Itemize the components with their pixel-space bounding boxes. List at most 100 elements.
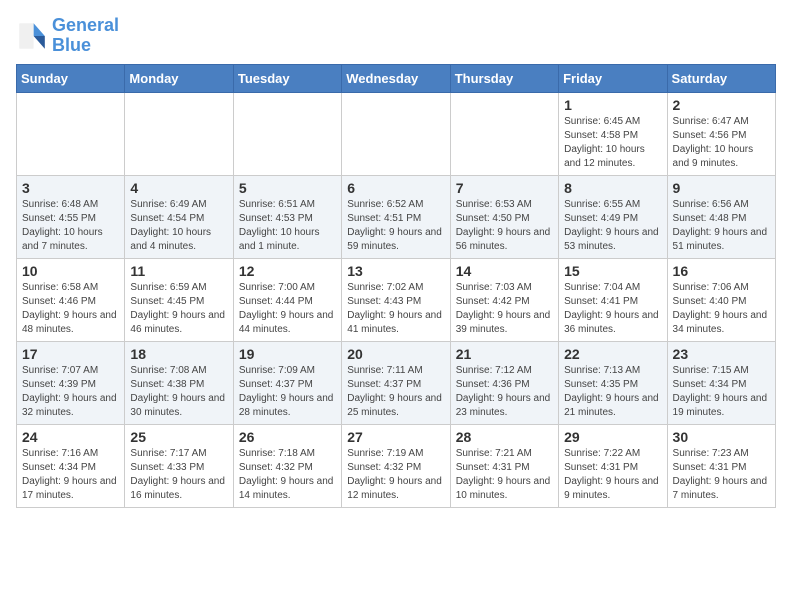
- day-number: 26: [239, 429, 336, 445]
- week-row-1: 1 Sunrise: 6:45 AM Sunset: 4:58 PM Daylig…: [17, 92, 776, 175]
- header-cell-thursday: Thursday: [450, 64, 558, 92]
- day-number: 17: [22, 346, 119, 362]
- day-number: 2: [673, 97, 770, 113]
- day-number: 18: [130, 346, 227, 362]
- day-cell: 17 Sunrise: 7:07 AM Sunset: 4:39 PM Dayli…: [17, 341, 125, 424]
- logo-text: General Blue: [52, 16, 119, 56]
- day-info: Sunrise: 7:13 AM Sunset: 4:35 PM Dayligh…: [564, 364, 661, 420]
- day-info: Sunrise: 7:19 AM Sunset: 4:32 PM Dayligh…: [347, 447, 444, 503]
- day-cell: 6 Sunrise: 6:52 AM Sunset: 4:51 PM Daylig…: [342, 175, 450, 258]
- day-info: Sunrise: 6:49 AM Sunset: 4:54 PM Dayligh…: [130, 198, 227, 254]
- day-cell: 25Sunrise: 7:17 AM Sunset: 4:33 PM Dayli…: [125, 424, 233, 507]
- day-cell: 26 Sunrise: 7:18 AM Sunset: 4:32 PM Dayli…: [233, 424, 341, 507]
- week-row-3: 10 Sunrise: 6:58 AM Sunset: 4:46 PM Dayli…: [17, 258, 776, 341]
- day-cell: 14 Sunrise: 7:03 AM Sunset: 4:42 PM Dayli…: [450, 258, 558, 341]
- day-info: Sunrise: 6:53 AM Sunset: 4:50 PM Dayligh…: [456, 198, 553, 254]
- day-info: Sunrise: 7:02 AM Sunset: 4:43 PM Dayligh…: [347, 281, 444, 337]
- day-number: 1: [564, 97, 661, 113]
- day-number: 19: [239, 346, 336, 362]
- day-cell: 22Sunrise: 7:13 AM Sunset: 4:35 PM Dayli…: [559, 341, 667, 424]
- day-info: Sunrise: 7:04 AM Sunset: 4:41 PM Dayligh…: [564, 281, 661, 337]
- logo-icon: [16, 20, 48, 52]
- day-info: Sunrise: 7:03 AM Sunset: 4:42 PM Dayligh…: [456, 281, 553, 337]
- day-number: 20: [347, 346, 444, 362]
- day-info: Sunrise: 6:48 AM Sunset: 4:55 PM Dayligh…: [22, 198, 119, 254]
- day-number: 14: [456, 263, 553, 279]
- day-number: 27: [347, 429, 444, 445]
- day-info: Sunrise: 6:51 AM Sunset: 4:53 PM Dayligh…: [239, 198, 336, 254]
- day-cell: 11 Sunrise: 6:59 AM Sunset: 4:45 PM Dayli…: [125, 258, 233, 341]
- day-cell: 1 Sunrise: 6:45 AM Sunset: 4:58 PM Daylig…: [559, 92, 667, 175]
- day-info: Sunrise: 7:18 AM Sunset: 4:32 PM Dayligh…: [239, 447, 336, 503]
- day-number: 9: [673, 180, 770, 196]
- day-info: Sunrise: 7:17 AM Sunset: 4:33 PM Dayligh…: [130, 447, 227, 503]
- day-info: Sunrise: 7:07 AM Sunset: 4:39 PM Dayligh…: [22, 364, 119, 420]
- day-info: Sunrise: 7:21 AM Sunset: 4:31 PM Dayligh…: [456, 447, 553, 503]
- header-cell-friday: Friday: [559, 64, 667, 92]
- day-number: 10: [22, 263, 119, 279]
- day-info: Sunrise: 7:23 AM Sunset: 4:31 PM Dayligh…: [673, 447, 770, 503]
- day-cell: 9 Sunrise: 6:56 AM Sunset: 4:48 PM Daylig…: [667, 175, 775, 258]
- day-info: Sunrise: 6:55 AM Sunset: 4:49 PM Dayligh…: [564, 198, 661, 254]
- day-cell: 16Sunrise: 7:06 AM Sunset: 4:40 PM Dayli…: [667, 258, 775, 341]
- day-cell: 10 Sunrise: 6:58 AM Sunset: 4:46 PM Dayli…: [17, 258, 125, 341]
- day-cell: 24Sunrise: 7:16 AM Sunset: 4:34 PM Dayli…: [17, 424, 125, 507]
- day-number: 7: [456, 180, 553, 196]
- week-row-4: 17 Sunrise: 7:07 AM Sunset: 4:39 PM Dayli…: [17, 341, 776, 424]
- day-cell: 27 Sunrise: 7:19 AM Sunset: 4:32 PM Dayli…: [342, 424, 450, 507]
- day-info: Sunrise: 6:52 AM Sunset: 4:51 PM Dayligh…: [347, 198, 444, 254]
- day-number: 15: [564, 263, 661, 279]
- day-info: Sunrise: 6:58 AM Sunset: 4:46 PM Dayligh…: [22, 281, 119, 337]
- day-info: Sunrise: 7:12 AM Sunset: 4:36 PM Dayligh…: [456, 364, 553, 420]
- day-cell: 8 Sunrise: 6:55 AM Sunset: 4:49 PM Daylig…: [559, 175, 667, 258]
- day-number: 6: [347, 180, 444, 196]
- day-cell: 20Sunrise: 7:11 AM Sunset: 4:37 PM Dayli…: [342, 341, 450, 424]
- day-cell: [342, 92, 450, 175]
- day-number: 3: [22, 180, 119, 196]
- day-info: Sunrise: 7:08 AM Sunset: 4:38 PM Dayligh…: [130, 364, 227, 420]
- day-cell: 5 Sunrise: 6:51 AM Sunset: 4:53 PM Daylig…: [233, 175, 341, 258]
- day-number: 30: [673, 429, 770, 445]
- day-info: Sunrise: 7:09 AM Sunset: 4:37 PM Dayligh…: [239, 364, 336, 420]
- day-cell: 3 Sunrise: 6:48 AM Sunset: 4:55 PM Daylig…: [17, 175, 125, 258]
- calendar-table: SundayMondayTuesdayWednesdayThursdayFrid…: [16, 64, 776, 508]
- day-info: Sunrise: 7:15 AM Sunset: 4:34 PM Dayligh…: [673, 364, 770, 420]
- day-info: Sunrise: 6:47 AM Sunset: 4:56 PM Dayligh…: [673, 115, 770, 171]
- day-cell: 13 Sunrise: 7:02 AM Sunset: 4:43 PM Dayli…: [342, 258, 450, 341]
- week-row-5: 24Sunrise: 7:16 AM Sunset: 4:34 PM Dayli…: [17, 424, 776, 507]
- day-number: 24: [22, 429, 119, 445]
- day-info: Sunrise: 6:59 AM Sunset: 4:45 PM Dayligh…: [130, 281, 227, 337]
- day-cell: 19 Sunrise: 7:09 AM Sunset: 4:37 PM Dayli…: [233, 341, 341, 424]
- header-cell-tuesday: Tuesday: [233, 64, 341, 92]
- day-cell: [450, 92, 558, 175]
- day-cell: 28 Sunrise: 7:21 AM Sunset: 4:31 PM Dayli…: [450, 424, 558, 507]
- day-number: 5: [239, 180, 336, 196]
- header-cell-wednesday: Wednesday: [342, 64, 450, 92]
- day-number: 8: [564, 180, 661, 196]
- day-number: 28: [456, 429, 553, 445]
- calendar-header: SundayMondayTuesdayWednesdayThursdayFrid…: [17, 64, 776, 92]
- day-cell: 18 Sunrise: 7:08 AM Sunset: 4:38 PM Dayli…: [125, 341, 233, 424]
- header-cell-monday: Monday: [125, 64, 233, 92]
- day-info: Sunrise: 7:06 AM Sunset: 4:40 PM Dayligh…: [673, 281, 770, 337]
- day-cell: 30 Sunrise: 7:23 AM Sunset: 4:31 PM Dayli…: [667, 424, 775, 507]
- day-cell: 15 Sunrise: 7:04 AM Sunset: 4:41 PM Dayli…: [559, 258, 667, 341]
- day-cell: [233, 92, 341, 175]
- day-number: 23: [673, 346, 770, 362]
- day-cell: 4 Sunrise: 6:49 AM Sunset: 4:54 PM Daylig…: [125, 175, 233, 258]
- header-cell-saturday: Saturday: [667, 64, 775, 92]
- day-info: Sunrise: 7:22 AM Sunset: 4:31 PM Dayligh…: [564, 447, 661, 503]
- day-info: Sunrise: 6:56 AM Sunset: 4:48 PM Dayligh…: [673, 198, 770, 254]
- week-row-2: 3 Sunrise: 6:48 AM Sunset: 4:55 PM Daylig…: [17, 175, 776, 258]
- logo: General Blue: [16, 16, 119, 56]
- calendar-body: 1 Sunrise: 6:45 AM Sunset: 4:58 PM Daylig…: [17, 92, 776, 507]
- day-number: 4: [130, 180, 227, 196]
- day-number: 12: [239, 263, 336, 279]
- day-number: 11: [130, 263, 227, 279]
- day-cell: 29Sunrise: 7:22 AM Sunset: 4:31 PM Dayli…: [559, 424, 667, 507]
- day-info: Sunrise: 7:00 AM Sunset: 4:44 PM Dayligh…: [239, 281, 336, 337]
- day-info: Sunrise: 6:45 AM Sunset: 4:58 PM Dayligh…: [564, 115, 661, 171]
- day-number: 13: [347, 263, 444, 279]
- header-row: SundayMondayTuesdayWednesdayThursdayFrid…: [17, 64, 776, 92]
- day-cell: [125, 92, 233, 175]
